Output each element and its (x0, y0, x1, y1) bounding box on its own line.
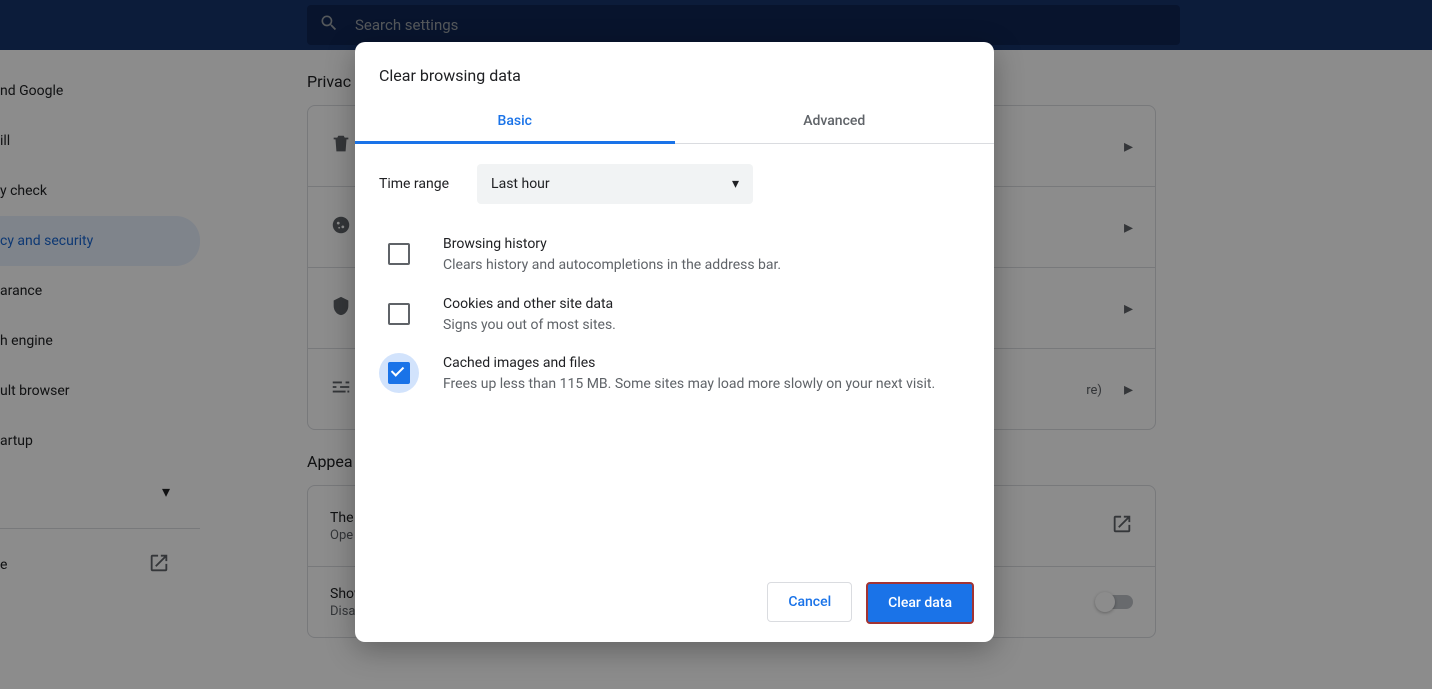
option-sub: Clears history and autocompletions in th… (443, 256, 970, 276)
tab-basic[interactable]: Basic (355, 101, 675, 144)
tab-advanced[interactable]: Advanced (675, 101, 995, 143)
option-cookies[interactable]: Cookies and other site data Signs you ou… (355, 284, 994, 344)
option-title: Cached images and files (443, 355, 970, 371)
option-browsing-history[interactable]: Browsing history Clears history and auto… (355, 224, 994, 284)
option-sub: Signs you out of most sites. (443, 316, 970, 336)
time-range-label: Time range (379, 176, 449, 192)
option-cached[interactable]: Cached images and files Frees up less th… (355, 343, 994, 403)
option-sub: Frees up less than 115 MB. Some sites ma… (443, 375, 970, 395)
chevron-down-icon: ▾ (732, 176, 739, 192)
option-title: Cookies and other site data (443, 296, 970, 312)
checkbox[interactable] (388, 303, 410, 325)
dialog-tabs: Basic Advanced (355, 101, 994, 144)
time-range-select[interactable]: Last hour ▾ (477, 164, 753, 204)
option-title: Browsing history (443, 236, 970, 252)
clear-data-button[interactable]: Clear data (866, 582, 974, 624)
cancel-button[interactable]: Cancel (767, 582, 852, 622)
checkbox[interactable] (388, 362, 410, 384)
dialog-footer: Cancel Clear data (355, 564, 994, 642)
clear-browsing-data-dialog: Clear browsing data Basic Advanced Time … (355, 42, 994, 642)
checkbox[interactable] (388, 243, 410, 265)
time-range-row: Time range Last hour ▾ (355, 144, 994, 224)
time-range-value: Last hour (491, 176, 550, 192)
dialog-title: Clear browsing data (355, 42, 994, 101)
